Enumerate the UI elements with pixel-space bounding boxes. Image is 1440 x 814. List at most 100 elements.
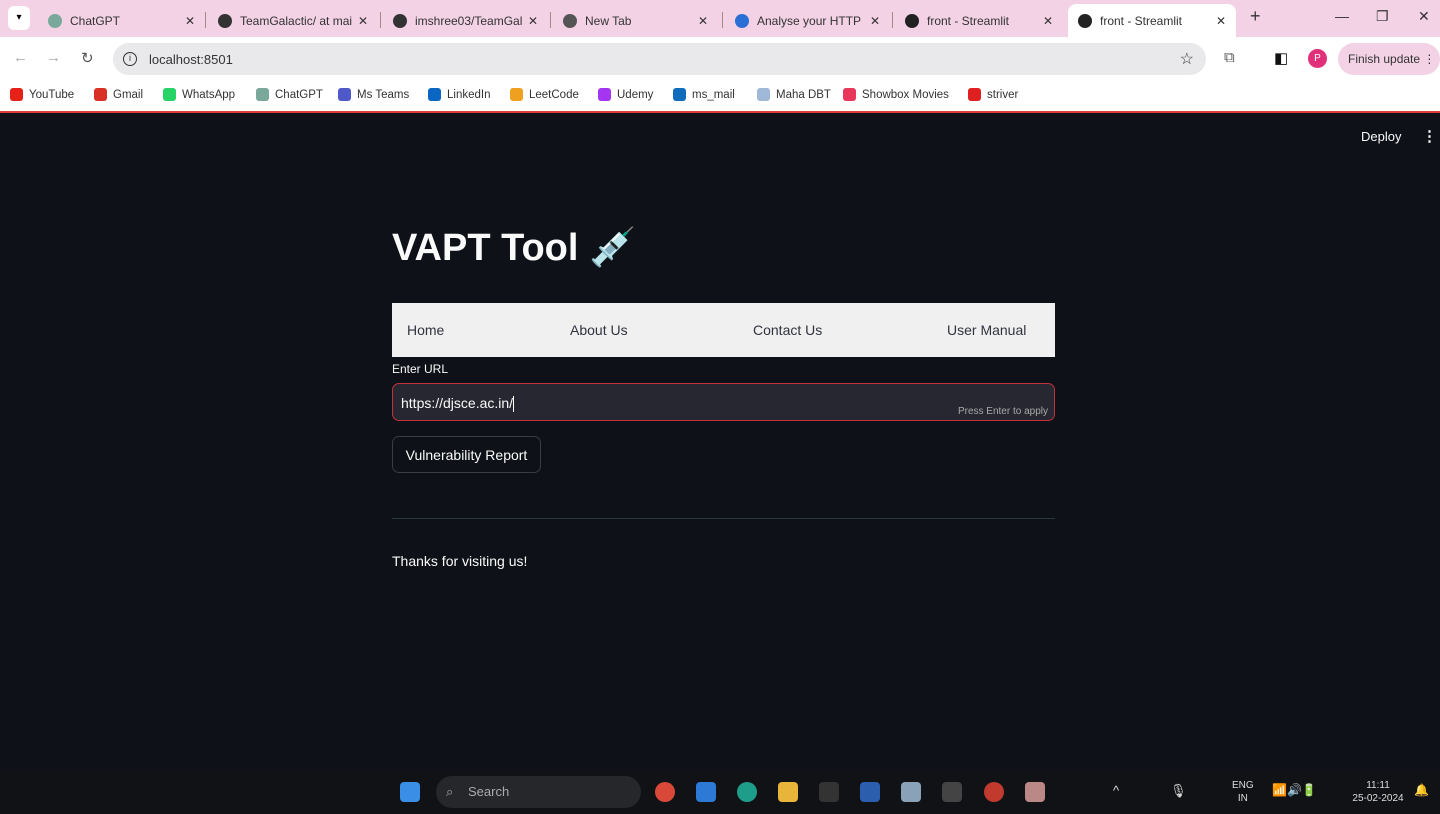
back-icon[interactable]: ← — [13, 49, 28, 66]
tab-favicon-icon — [905, 13, 919, 28]
browser-tab[interactable]: Analyse your HTTP r ✕ — [725, 4, 890, 37]
bookmark-item[interactable]: ChatGPT — [256, 88, 323, 101]
bookmark-item[interactable]: Showbox Movies — [843, 88, 949, 101]
bookmark-item[interactable]: ms_mail — [673, 88, 735, 101]
tab-title: ChatGPT — [70, 13, 121, 28]
url-bar[interactable]: i localhost:8501 ☆ — [113, 43, 1206, 75]
tab-close-icon[interactable]: ✕ — [185, 14, 195, 28]
bookmark-label: ChatGPT — [275, 88, 323, 101]
bookmark-item[interactable]: Maha DBT — [757, 88, 831, 101]
menu-item-contact-us[interactable]: Contact Us — [753, 322, 822, 338]
menu-item-about-us[interactable]: About Us — [570, 322, 628, 338]
vscode-icon[interactable] — [696, 782, 716, 802]
restore-button[interactable]: ❐ — [1376, 8, 1389, 25]
tab-separator — [892, 12, 893, 28]
bookmark-icon — [256, 88, 269, 101]
lang-text: ENG — [1232, 780, 1254, 791]
bookmark-icon — [968, 88, 981, 101]
url-input-label: Enter URL — [392, 362, 449, 376]
bookmark-label: LeetCode — [529, 88, 579, 101]
finish-update-button[interactable]: Finish update ⋮ — [1338, 43, 1440, 75]
browser-tab[interactable]: front - Streamlit ✕ — [895, 4, 1063, 37]
windows-taskbar: ⌕ Search ^ 🎙 ENG IN 📶🔊🔋 11:11 25-02-2024 🔔 — [0, 770, 1440, 814]
menu-item-home[interactable]: Home — [407, 322, 444, 338]
bookmark-item[interactable]: Ms Teams — [338, 88, 409, 101]
wifi-volume-battery-icons[interactable]: 📶🔊🔋 — [1272, 784, 1317, 797]
browser-tab[interactable]: TeamGalactic/ at mai ✕ — [208, 4, 378, 37]
task-manager-icon[interactable] — [901, 782, 921, 802]
chrome-icon[interactable] — [655, 782, 675, 802]
bookmark-item[interactable]: Udemy — [598, 88, 653, 101]
reload-icon[interactable]: ↻ — [81, 49, 94, 67]
bookmark-item[interactable]: YouTube — [10, 88, 74, 101]
input-hint: Press Enter to apply — [957, 406, 1048, 417]
title-text: VAPT Tool — [392, 227, 579, 269]
bookmark-icon — [94, 88, 107, 101]
tab-close-icon[interactable]: ✕ — [870, 14, 880, 28]
bookmark-item[interactable]: striver — [968, 88, 1018, 101]
tab-close-icon[interactable]: ✕ — [698, 14, 708, 28]
powershell-icon[interactable] — [942, 782, 962, 802]
bookmark-label: Gmail — [113, 88, 144, 101]
snipping-tool-icon[interactable] — [1025, 782, 1045, 802]
notification-bell-icon[interactable]: 🔔 — [1414, 784, 1429, 797]
browser-tab[interactable]: ChatGPT ✕ — [38, 4, 205, 37]
tab-title: Analyse your HTTP r — [757, 13, 864, 28]
microphone-icon[interactable]: 🎙 — [1170, 784, 1187, 797]
bookmark-item[interactable]: WhatsApp — [163, 88, 235, 101]
tab-list-button[interactable]: ▾ — [8, 6, 30, 30]
tab-favicon-icon — [735, 13, 749, 28]
tab-close-icon[interactable]: ✕ — [528, 14, 538, 28]
url-text: localhost:8501 — [149, 51, 233, 67]
language-indicator[interactable]: ENG IN — [1232, 779, 1254, 805]
tab-close-icon[interactable]: ✕ — [1043, 14, 1053, 28]
bookmark-icon — [598, 88, 611, 101]
bookmark-label: ms_mail — [692, 88, 735, 101]
deploy-button[interactable]: Deploy — [1361, 129, 1401, 144]
bookmark-item[interactable]: LeetCode — [510, 88, 579, 101]
start-icon[interactable] — [400, 782, 420, 802]
tab-favicon-icon — [1078, 13, 1092, 28]
search-label: Search — [468, 784, 510, 799]
powerpoint-icon[interactable] — [984, 782, 1004, 802]
extensions-icon[interactable]: ⧉ — [1224, 49, 1235, 66]
bookmark-label: YouTube — [29, 88, 75, 101]
vulnerability-report-button[interactable]: Vulnerability Report — [392, 436, 541, 473]
url-input[interactable]: https://djsce.ac.in/ Press Enter to appl… — [392, 383, 1055, 421]
search-icon: ⌕ — [446, 784, 454, 799]
tab-favicon-icon — [48, 13, 62, 28]
new-tab-button[interactable]: + — [1250, 6, 1261, 27]
clock[interactable]: 11:11 25-02-2024 — [1345, 779, 1411, 805]
taskbar-search[interactable]: ⌕ Search — [436, 776, 641, 808]
tab-favicon-icon — [563, 13, 577, 28]
bookmark-star-icon[interactable]: ☆ — [1180, 49, 1194, 69]
profile-avatar[interactable]: P — [1308, 49, 1327, 68]
bookmark-icon — [757, 88, 770, 101]
terminal-icon[interactable] — [819, 782, 839, 802]
tray-chevron-icon[interactable]: ^ — [1113, 784, 1119, 797]
finish-update-label: Finish update — [1348, 52, 1421, 66]
side-panel-icon[interactable]: ◧ — [1274, 49, 1288, 67]
main-menu-icon[interactable]: ⋮ — [1422, 127, 1437, 145]
bookmark-item[interactable]: LinkedIn — [428, 88, 490, 101]
site-info-icon[interactable]: i — [123, 52, 137, 66]
file-explorer-icon[interactable] — [778, 782, 798, 802]
tab-separator — [550, 12, 551, 28]
tab-close-icon[interactable]: ✕ — [1216, 14, 1226, 28]
address-bar-row: ← → ↻ i localhost:8501 ☆ ⧉ ◧ P Finish up… — [0, 37, 1440, 81]
browser-tab-bar: ▾ ChatGPT ✕ TeamGalactic/ at mai ✕ imshree03… — [0, 0, 1440, 37]
bookmark-label: Udemy — [617, 88, 654, 101]
browser-tab[interactable]: New Tab ✕ — [553, 4, 718, 37]
minimize-button[interactable]: — — [1335, 8, 1349, 24]
edge-icon[interactable] — [737, 782, 757, 802]
browser-tab[interactable]: front - Streamlit ✕ — [1068, 4, 1236, 37]
forward-icon[interactable]: → — [46, 49, 61, 66]
tab-close-icon[interactable]: ✕ — [358, 14, 368, 28]
url-input-value: https://djsce.ac.in/ — [401, 395, 514, 411]
bookmark-item[interactable]: Gmail — [94, 88, 143, 101]
bookmark-label: Ms Teams — [357, 88, 410, 101]
close-window-button[interactable]: ✕ — [1418, 8, 1430, 25]
browser-tab[interactable]: imshree03/TeamGala ✕ — [383, 4, 548, 37]
menu-item-user-manual[interactable]: User Manual — [947, 322, 1026, 338]
word-icon[interactable] — [860, 782, 880, 802]
